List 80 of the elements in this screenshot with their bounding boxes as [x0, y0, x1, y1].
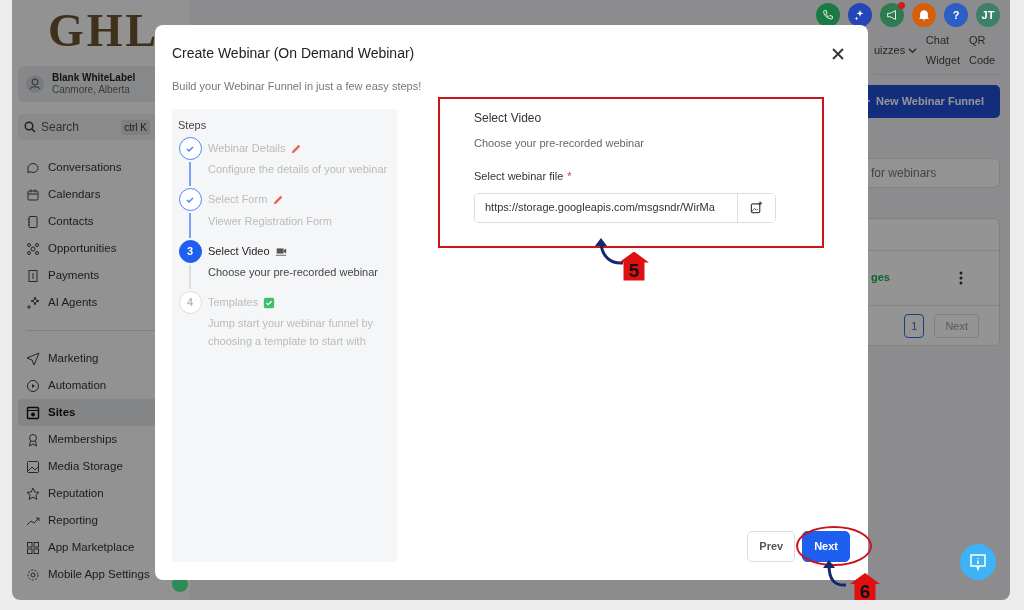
- grid-icon: [26, 540, 40, 555]
- step-description: Viewer Registration Form: [208, 213, 332, 229]
- account-name: Blank WhiteLabel: [52, 72, 136, 84]
- step-title: Select Form: [208, 193, 268, 207]
- sidebar-item[interactable]: Payments: [18, 262, 184, 289]
- sidebar-item[interactable]: Memberships: [18, 426, 184, 453]
- receipt-icon: [26, 268, 40, 283]
- step-indicator: 3: [178, 239, 202, 263]
- sidebar-item[interactable]: Automation: [18, 372, 184, 399]
- sidebar-item[interactable]: Mobile App Settings: [18, 561, 184, 588]
- step-number-marker: 6: [850, 573, 880, 600]
- pencil-icon: [290, 142, 303, 155]
- media-picker-button[interactable]: [737, 193, 775, 222]
- prev-button[interactable]: Prev: [747, 531, 796, 562]
- section-title: Select Video: [474, 109, 543, 127]
- header-nav-link[interactable]: Chat Widget: [925, 30, 960, 71]
- sidebar-item[interactable]: Reporting: [18, 507, 184, 534]
- check-icon: [185, 143, 195, 154]
- close-button[interactable]: [830, 46, 845, 61]
- step-title: Templates: [208, 296, 259, 310]
- step-title: Webinar Details: [208, 142, 286, 156]
- sidebar-item[interactable]: Marketing: [18, 345, 184, 372]
- gear-icon: [26, 567, 40, 582]
- chat-bubble-icon: [26, 160, 40, 175]
- sidebar-item[interactable]: Reputation: [18, 480, 184, 507]
- step-description: Jump start your webinar funnel by choosing a template to start with: [208, 316, 375, 350]
- info-message-icon: [969, 553, 987, 571]
- bell-button[interactable]: [912, 3, 936, 27]
- contact-book-icon: [26, 214, 40, 229]
- chat-help-button[interactable]: [960, 544, 996, 580]
- close-icon: [830, 46, 845, 61]
- next-button[interactable]: Next: [802, 531, 850, 562]
- browser-icon: [26, 405, 40, 420]
- user-avatar[interactable]: JT: [976, 3, 1000, 27]
- curved-arrow: [593, 236, 625, 267]
- step-description: Configure the details of your webinar: [208, 162, 388, 178]
- pencil-icon: [272, 193, 285, 206]
- table-cell-text: ges: [871, 270, 890, 286]
- required-mark: *: [567, 170, 572, 182]
- sidebar-item[interactable]: App Marketplace: [18, 534, 184, 561]
- phone-icon: [821, 8, 835, 22]
- step-description: Choose your pre-recorded webinar: [208, 264, 378, 280]
- section-description: Choose your pre-recorded webinar: [474, 135, 645, 151]
- user-avatar-icon: [26, 75, 44, 93]
- sidebar-item[interactable]: Media Storage: [18, 453, 184, 480]
- step-indicator: 4: [178, 291, 202, 314]
- account-location: Canmore, Alberta: [52, 84, 131, 96]
- dialog-title: Create Webinar (On Demand Webinar): [172, 44, 415, 63]
- award-icon: [26, 432, 40, 447]
- bell-icon: [917, 8, 931, 22]
- kebab-menu-icon: [959, 270, 963, 285]
- sparkle-icon: [26, 295, 40, 310]
- play-circle-icon: [26, 378, 40, 393]
- field-label: Select webinar file: [474, 170, 564, 182]
- search-placeholder: Search: [41, 119, 80, 136]
- nodes-icon: [26, 241, 40, 256]
- megaphone-button[interactable]: [880, 3, 904, 27]
- send-icon: [26, 351, 40, 366]
- megaphone-icon: [885, 8, 899, 22]
- phone-button[interactable]: [816, 3, 840, 27]
- step-title: Select Video: [208, 244, 270, 258]
- checkbox-icon: [263, 296, 276, 309]
- search-icon: [24, 121, 36, 133]
- image-icon: [26, 459, 40, 474]
- shortcut-hint: ctrl K: [121, 119, 150, 135]
- sparkle-button[interactable]: [848, 3, 872, 27]
- page-number-button[interactable]: 1: [904, 313, 925, 338]
- calendar-icon: [26, 187, 40, 202]
- sidebar-item[interactable]: Calendars: [18, 181, 184, 208]
- step-number-marker: 5: [619, 251, 649, 281]
- sidebar-item[interactable]: Conversations: [18, 154, 184, 181]
- camera-icon: [274, 245, 287, 258]
- image-add-icon: [750, 201, 763, 214]
- sidebar-item[interactable]: Contacts: [18, 208, 184, 235]
- file-url-field[interactable]: https://storage.googleapis.com/msgsndr/WirMa: [474, 192, 776, 223]
- star-icon: [26, 486, 40, 501]
- header-nav-link[interactable]: QR Code: [968, 30, 1000, 71]
- header-nav-link[interactable]: uizzes: [874, 40, 917, 61]
- check-icon: [185, 194, 195, 205]
- help-button[interactable]: ?: [944, 3, 968, 27]
